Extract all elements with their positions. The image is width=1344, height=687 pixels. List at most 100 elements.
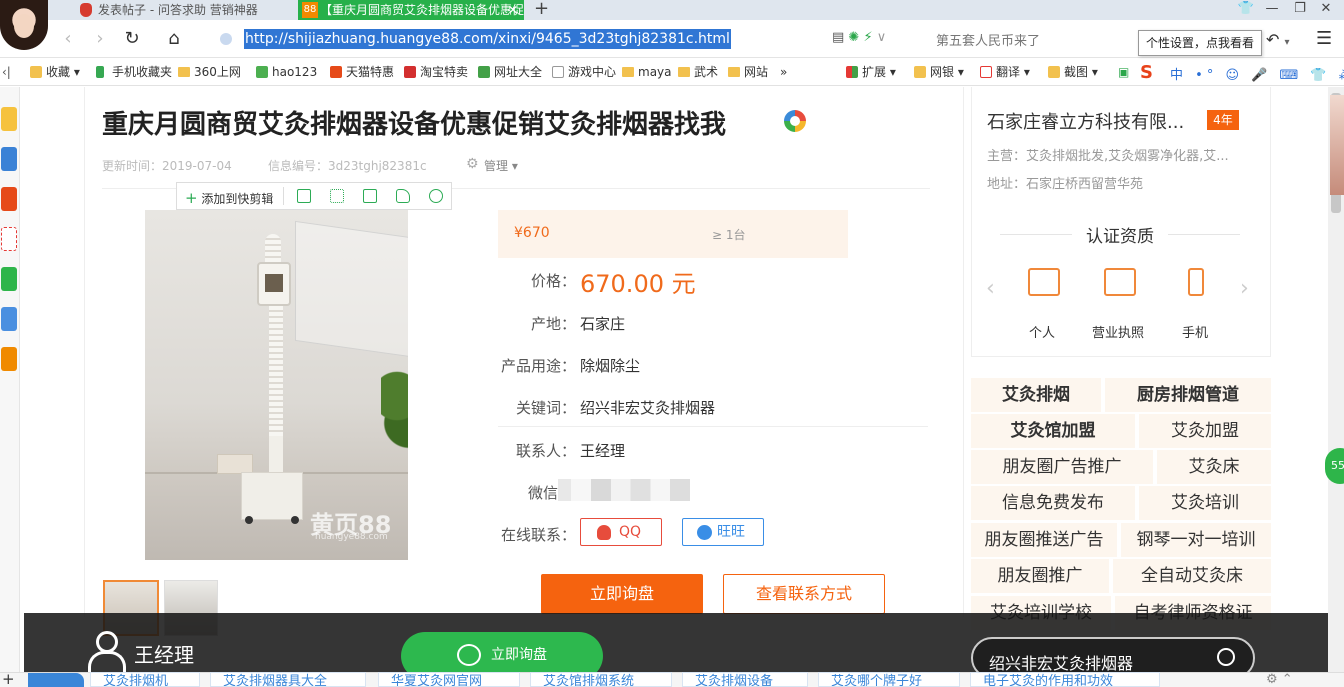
bottom-link[interactable]: 艾灸排烟设备: [682, 672, 808, 687]
bookmark-item[interactable]: 网银 ▾: [914, 64, 964, 80]
main-business: 主营：艾灸排烟批发,艾灸烟雾净化器,艾...: [987, 149, 1229, 164]
tag-link[interactable]: 艾灸床: [1157, 450, 1271, 484]
add-to-clip-button[interactable]: + 添加到快剪辑: [185, 189, 273, 207]
folder-icon: [178, 67, 190, 77]
favorites-icon[interactable]: [1, 107, 17, 131]
bookmark-item[interactable]: hao123: [256, 64, 317, 80]
bottom-link[interactable]: 华夏艾灸网官网: [378, 672, 520, 687]
close-window-icon[interactable]: ✕: [1312, 0, 1340, 20]
tag-link[interactable]: 朋友圈推送广告: [971, 523, 1117, 557]
qq-icon: [597, 525, 611, 540]
tag-link[interactable]: 艾灸培训: [1139, 486, 1271, 520]
manage-menu[interactable]: 管理 ▾: [466, 156, 518, 174]
news-icon[interactable]: [1, 147, 17, 171]
undo-icon[interactable]: ↶ ▾: [1266, 30, 1290, 49]
notes-icon[interactable]: [1, 307, 17, 331]
save-icon[interactable]: [363, 189, 377, 203]
bookmark-item[interactable]: 扩展 ▾: [846, 64, 896, 80]
tab-post[interactable]: 发表帖子 - 问答求助 营销神器: [76, 0, 296, 20]
tag-link[interactable]: 钢琴一对一培训: [1121, 523, 1271, 557]
bookmark-item[interactable]: 截图 ▾: [1048, 64, 1098, 80]
speed-icon[interactable]: ✺: [848, 30, 859, 45]
bookmark-item[interactable]: 360上网: [178, 64, 241, 80]
field-label: 微信: [527, 484, 558, 502]
tag-link[interactable]: 信息免费发布: [971, 486, 1135, 520]
bookmark-item[interactable]: 游戏中心: [552, 64, 616, 80]
tab-product[interactable]: 88 【重庆月圆商贸艾灸排烟器设备优惠促销艾灸排烟器找我】 ✕: [298, 0, 524, 20]
skin-icon[interactable]: 👕: [1232, 0, 1260, 20]
bookmark-item[interactable]: 收藏 ▾: [30, 64, 80, 80]
copy-icon[interactable]: [297, 189, 311, 203]
sogou-ime-icon[interactable]: S: [1140, 62, 1164, 84]
url-text[interactable]: http://shijiazhuang.huangye88.com/xinxi/…: [244, 29, 731, 49]
chevron-left-icon[interactable]: ‹: [986, 276, 995, 301]
restore-icon[interactable]: ❐: [1286, 0, 1314, 20]
forward-icon[interactable]: ›: [88, 28, 112, 50]
bottom-link[interactable]: 艾灸排烟器具大全: [210, 672, 366, 687]
taobao-icon: [404, 66, 416, 78]
search-icon[interactable]: [28, 673, 84, 687]
bookmark-item[interactable]: 天猫特惠: [330, 64, 394, 80]
tag-link[interactable]: 朋友圈推广: [971, 559, 1109, 593]
weibo-icon[interactable]: [1, 187, 17, 211]
chevron-right-icon[interactable]: ›: [1240, 276, 1249, 301]
mail-icon[interactable]: [1, 227, 17, 251]
wangwang-icon: [697, 525, 712, 540]
bookmark-icon[interactable]: [1, 347, 17, 371]
plus-icon[interactable]: +: [2, 670, 15, 687]
view-contact-button[interactable]: 查看联系方式: [723, 574, 885, 614]
reload-icon[interactable]: ↻: [120, 28, 144, 50]
qq-button[interactable]: QQ: [580, 518, 662, 546]
bookmark-item[interactable]: 武术: [678, 64, 718, 80]
tag-link[interactable]: 艾灸加盟: [1139, 414, 1271, 448]
avatar[interactable]: [0, 0, 48, 50]
tab-bar: 发表帖子 - 问答求助 营销神器 88 【重庆月圆商贸艾灸排烟器设备优惠促销艾灸…: [0, 0, 1344, 20]
more-bookmarks-icon[interactable]: »: [780, 64, 787, 80]
tag-link[interactable]: 厨房排烟管道: [1105, 378, 1271, 412]
minimize-icon[interactable]: —: [1258, 0, 1286, 20]
bottom-link[interactable]: 艾灸哪个牌子好: [818, 672, 960, 687]
bottom-link[interactable]: 艾灸馆排烟系统: [530, 672, 672, 687]
bookmark-item[interactable]: 淘宝特卖: [404, 64, 468, 80]
home-icon[interactable]: ⌂: [162, 28, 186, 50]
back-icon[interactable]: ‹: [56, 28, 80, 50]
product-image[interactable]: 黄页88 huangye88.com: [145, 210, 408, 560]
wechat-icon[interactable]: ▣: [1118, 64, 1129, 80]
floating-badge[interactable]: 55: [1325, 448, 1344, 484]
news-ticker[interactable]: 第五套人民币来了: [936, 30, 1040, 49]
share-icon[interactable]: [396, 189, 410, 203]
page-title: 重庆月圆商贸艾灸排烟器设备优惠促销艾灸排烟器找我: [102, 110, 727, 140]
divider: [283, 187, 284, 205]
video-icon[interactable]: [1, 267, 17, 291]
company-name[interactable]: 石家庄睿立方科技有限...: [987, 108, 1184, 134]
tag-link[interactable]: 艾灸馆加盟: [971, 414, 1135, 448]
ime-toolbar[interactable]: 中 •° ☺ 🎤 ⌨ 👕 ⁂: [1170, 64, 1344, 83]
updated-time: 更新时间：2019-07-04: [102, 159, 232, 173]
url-field[interactable]: http://shijiazhuang.huangye88.com/xinxi/…: [214, 26, 924, 52]
inquire-button[interactable]: 立即询盘: [541, 574, 703, 614]
bookmark-item[interactable]: 网站: [728, 64, 768, 80]
bookmarks-left-arrow[interactable]: ‹|: [0, 64, 11, 80]
gear-icon[interactable]: [429, 189, 443, 203]
tag-link[interactable]: 艾灸排烟: [971, 378, 1101, 412]
watermark-url: huangye88.com: [315, 532, 388, 542]
floating-ad-image[interactable]: [1330, 95, 1344, 195]
bottom-link[interactable]: 电子艾灸的作用和功效: [970, 672, 1160, 687]
wangwang-button[interactable]: 旺旺: [682, 518, 764, 546]
bookmark-item[interactable]: maya: [622, 64, 672, 80]
bookmark-item[interactable]: 网址大全: [478, 64, 542, 80]
chevron-down-icon[interactable]: ∨: [877, 30, 887, 45]
gear-icon[interactable]: ⚙ ⌃: [1266, 672, 1293, 687]
bookmark-item[interactable]: 翻译 ▾: [980, 64, 1030, 80]
tag-link[interactable]: 朋友圈广告推广: [971, 450, 1153, 484]
close-icon[interactable]: ✕: [508, 0, 518, 20]
bottom-link[interactable]: 艾灸排烟机: [90, 672, 200, 687]
search-icon[interactable]: [1217, 648, 1235, 666]
tag-link[interactable]: 全自动艾灸床: [1113, 559, 1271, 593]
lightning-icon[interactable]: ⚡: [863, 30, 872, 45]
fullscreen-icon[interactable]: [330, 189, 344, 203]
bookmark-item[interactable]: 手机收藏夹: [96, 64, 172, 80]
menu-icon[interactable]: ☰: [1316, 28, 1332, 49]
reader-mode-icon[interactable]: ▤ ✺ ⚡ ∨: [832, 30, 886, 45]
new-tab-button[interactable]: +: [534, 0, 549, 19]
